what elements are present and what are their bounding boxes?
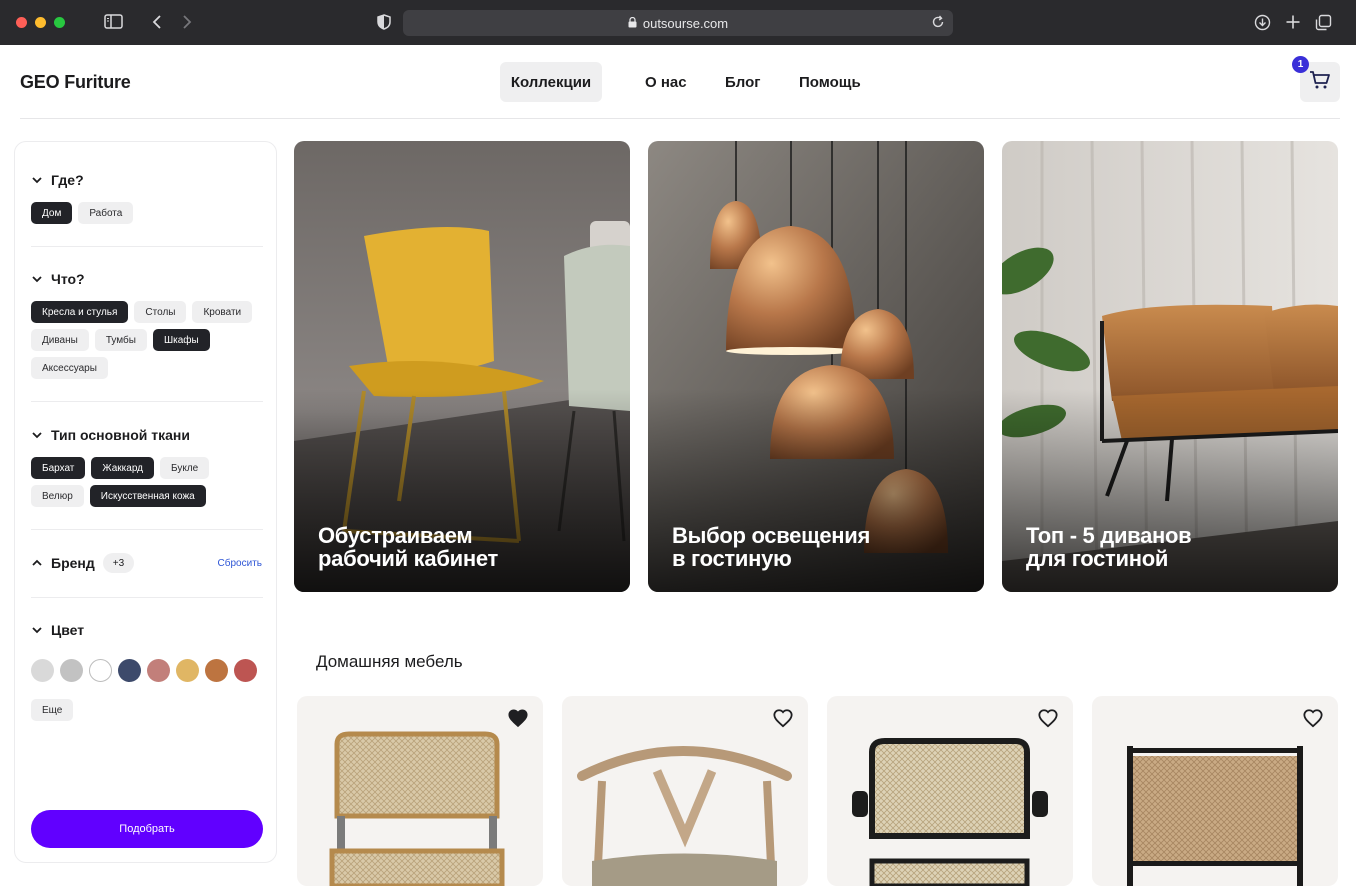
chip-boucle[interactable]: Букле — [160, 457, 210, 479]
filter-where-title: Где? — [51, 172, 84, 188]
product-card[interactable] — [1092, 696, 1338, 886]
chip-nightstands[interactable]: Тумбы — [94, 329, 147, 351]
lock-icon — [628, 16, 637, 31]
privacy-shield-icon[interactable] — [377, 14, 391, 30]
close-window-button[interactable] — [16, 17, 27, 28]
product-card[interactable] — [297, 696, 543, 886]
collection-card-sofas[interactable]: Топ - 5 диванов для гостиной — [1002, 141, 1338, 592]
chip-chairs[interactable]: Кресла и стулья — [31, 301, 129, 323]
color-swatch[interactable] — [205, 659, 228, 682]
download-icon[interactable] — [1254, 14, 1271, 31]
tab-overview-icon[interactable] — [1315, 14, 1332, 31]
chevron-down-icon — [32, 432, 42, 439]
filter-divider — [31, 401, 263, 402]
collection-card-office[interactable]: Обустраиваем рабочий кабинет — [294, 141, 630, 592]
filter-divider — [31, 597, 263, 598]
filter-brand-title: Бренд — [51, 555, 95, 571]
chevron-down-icon — [32, 627, 42, 634]
heart-filled-icon[interactable] — [507, 708, 529, 728]
filter-sidebar: Где? Дом Работа Что? Кресла и стулья Сто… — [14, 141, 277, 863]
chip-faux-leather[interactable]: Искусственная кожа — [89, 485, 206, 507]
color-swatch[interactable] — [60, 659, 83, 682]
chip-velour[interactable]: Велюр — [31, 485, 84, 507]
chip-work[interactable]: Работа — [78, 202, 134, 224]
nav-help[interactable]: Помощь — [799, 62, 861, 102]
filter-what-options: Кресла и стулья Столы Кровати Диваны Тум… — [31, 301, 267, 379]
chip-tables[interactable]: Столы — [134, 301, 187, 323]
url-text: outsourse.com — [642, 15, 729, 31]
color-swatch[interactable] — [176, 659, 199, 682]
filter-divider — [31, 529, 263, 530]
chip-accessories[interactable]: Аксессуары — [31, 357, 108, 379]
nav-about[interactable]: О нас — [645, 62, 687, 102]
filter-what-toggle[interactable]: Что? — [31, 271, 85, 287]
nav-blog[interactable]: Блог — [725, 62, 761, 102]
filter-color-toggle[interactable]: Цвет — [31, 622, 84, 638]
filter-what-title: Что? — [51, 271, 85, 287]
apply-filters-button[interactable]: Подобрать — [31, 810, 263, 848]
reload-icon[interactable] — [931, 15, 945, 32]
chip-jacquard[interactable]: Жаккард — [91, 457, 154, 479]
chip-wardrobes[interactable]: Шкафы — [152, 329, 210, 351]
filter-brand-toggle[interactable]: Бренд +3 — [31, 553, 135, 573]
cart-button[interactable]: 1 — [1292, 56, 1340, 102]
chip-sofas[interactable]: Диваны — [31, 329, 89, 351]
filter-fabric-title: Тип основной ткани — [51, 427, 190, 443]
cart-icon — [1309, 70, 1331, 95]
chip-home[interactable]: Дом — [31, 202, 73, 224]
forward-icon[interactable] — [182, 14, 192, 30]
color-swatch[interactable] — [89, 659, 112, 682]
site-logo[interactable]: GEO Furiture — [20, 72, 131, 93]
nav-collections[interactable]: Коллекции — [500, 62, 602, 102]
product-card[interactable] — [827, 696, 1073, 886]
color-swatch[interactable] — [234, 659, 257, 682]
collection-caption: Обустраиваем рабочий кабинет — [318, 523, 498, 571]
collection-caption: Топ - 5 диванов для гостиной — [1026, 523, 1192, 571]
address-bar[interactable]: outsourse.com — [403, 10, 953, 36]
minimize-window-button[interactable] — [35, 17, 46, 28]
color-swatch[interactable] — [31, 659, 54, 682]
brand-reset-link[interactable]: Сбросить — [218, 558, 262, 569]
brand-selected-count: +3 — [102, 553, 135, 573]
color-swatch[interactable] — [118, 659, 141, 682]
color-swatch[interactable] — [147, 659, 170, 682]
product-card[interactable] — [562, 696, 808, 886]
heart-outline-icon[interactable] — [772, 708, 794, 728]
filter-fabric-toggle[interactable]: Тип основной ткани — [31, 427, 190, 443]
heart-outline-icon[interactable] — [1037, 708, 1059, 728]
collection-caption: Выбор освещения в гостиную — [672, 523, 871, 571]
new-tab-icon[interactable] — [1285, 14, 1301, 30]
section-title: Домашняя мебель — [316, 652, 463, 671]
filter-fabric-options: Бархат Жаккард Букле Велюр Искусственная… — [31, 457, 267, 507]
site-header: GEO Furiture Коллекции О нас Блог Помощь… — [0, 45, 1356, 119]
heart-outline-icon[interactable] — [1302, 708, 1324, 728]
chevron-down-icon — [32, 177, 42, 184]
chevron-down-icon — [32, 276, 42, 283]
sidebar-toggle-icon[interactable] — [104, 14, 123, 29]
filter-divider — [31, 246, 263, 247]
collection-card-lighting[interactable]: Выбор освещения в гостиную — [648, 141, 984, 592]
filter-where-toggle[interactable]: Где? — [31, 172, 84, 188]
maximize-window-button[interactable] — [54, 17, 65, 28]
cart-count-badge: 1 — [1292, 56, 1309, 73]
chip-velvet[interactable]: Бархат — [31, 457, 86, 479]
color-more-chip[interactable]: Еще — [31, 699, 74, 721]
chevron-up-icon — [32, 559, 42, 566]
header-divider — [20, 118, 1340, 119]
back-icon[interactable] — [152, 14, 162, 30]
chip-beds[interactable]: Кровати — [192, 301, 253, 323]
filter-color-title: Цвет — [51, 622, 85, 638]
filter-where-options: Дом Работа — [31, 202, 267, 224]
color-swatches — [31, 659, 257, 682]
browser-toolbar: outsourse.com — [0, 0, 1356, 45]
